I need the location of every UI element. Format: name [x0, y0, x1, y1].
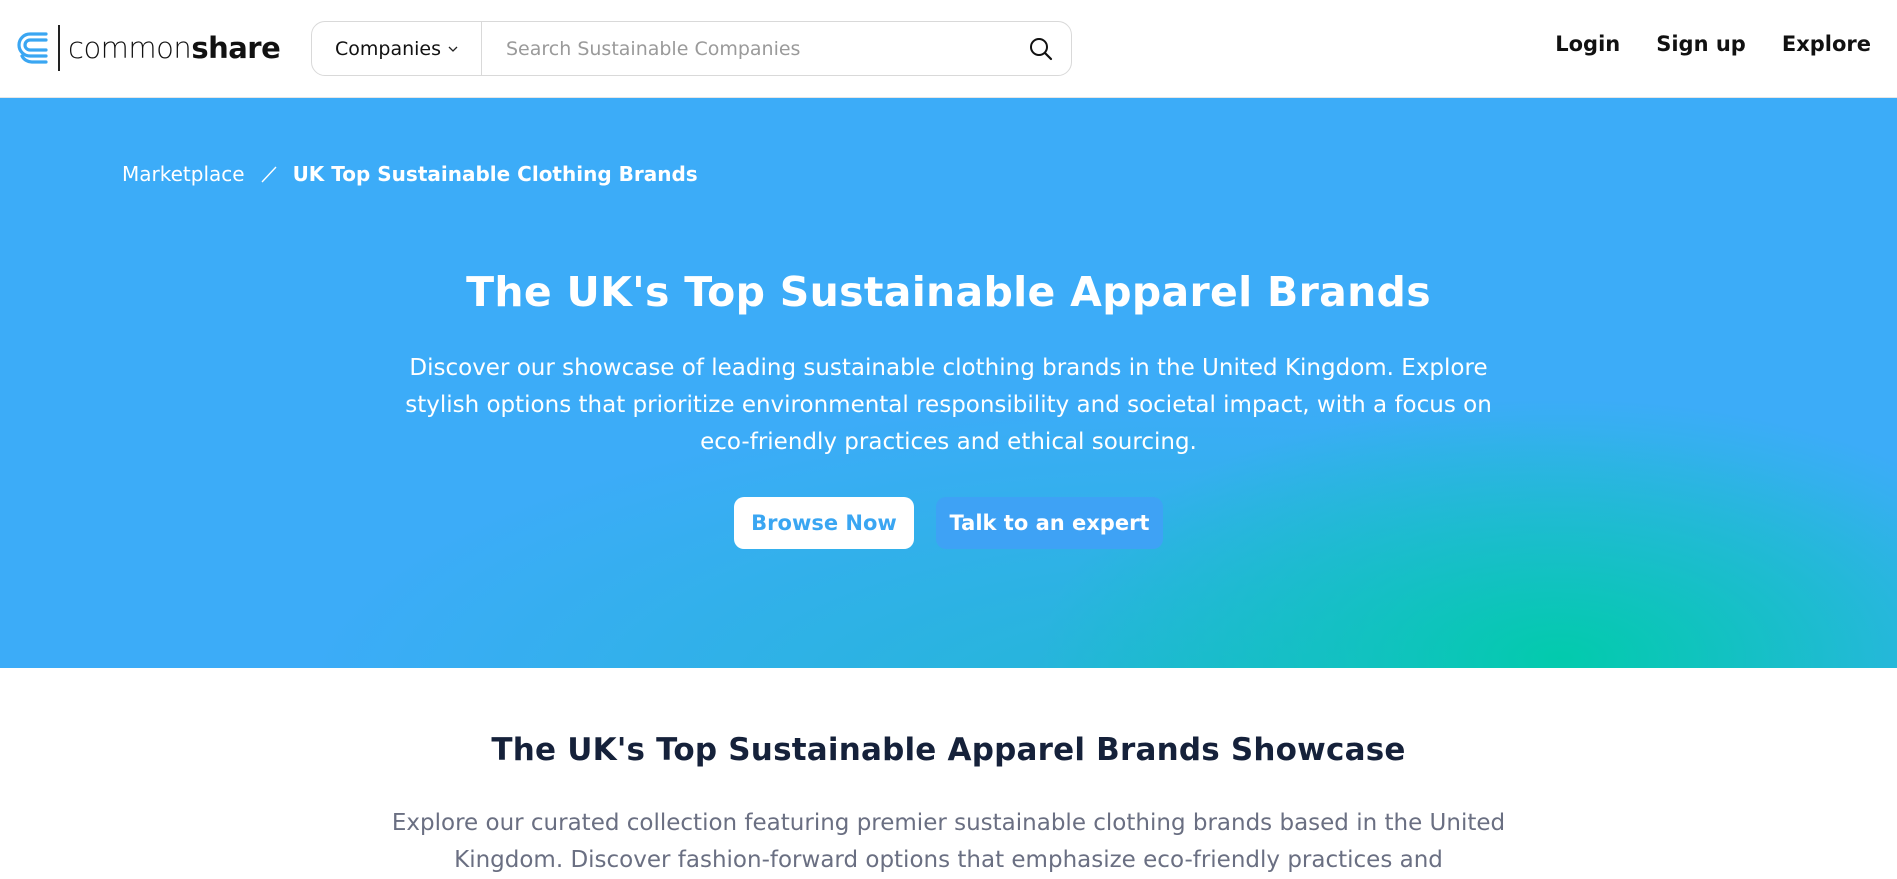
signup-link[interactable]: Sign up [1656, 32, 1746, 56]
logo-divider [58, 25, 60, 71]
explore-link[interactable]: Explore [1782, 32, 1871, 56]
hero-section: Marketplace UK Top Sustainable Clothing … [0, 98, 1897, 668]
search-input[interactable] [482, 22, 1011, 75]
search-button[interactable] [1011, 22, 1071, 75]
chevron-down-icon [448, 46, 458, 52]
showcase-description: Explore our curated collection featuring… [391, 810, 1506, 873]
hero-description: Discover our showcase of leading sustain… [405, 355, 1492, 455]
site-header: commonshare Companies Login Sign up Expl… [0, 0, 1897, 98]
showcase-title: The UK's Top Sustainable Apparel Brands … [491, 732, 1406, 768]
browse-now-button[interactable]: Browse Now [734, 497, 914, 549]
breadcrumb-marketplace[interactable]: Marketplace [122, 162, 245, 186]
login-link[interactable]: Login [1555, 32, 1620, 56]
search-category-label: Companies [334, 37, 441, 60]
commonshare-logo[interactable]: commonshare [16, 25, 281, 71]
search-icon [1030, 37, 1053, 60]
logo-text-share: share [191, 31, 281, 65]
logo-mark-icon [17, 32, 48, 64]
top-nav: Login Sign up Explore [1555, 32, 1871, 56]
logo-text-common: common [68, 31, 192, 65]
breadcrumb: Marketplace UK Top Sustainable Clothing … [122, 162, 698, 186]
slash-separator-icon [261, 166, 277, 183]
search-bar: Companies [311, 21, 1072, 76]
talk-to-expert-button[interactable]: Talk to an expert [936, 497, 1163, 549]
hero-title: The UK's Top Sustainable Apparel Brands [466, 268, 1431, 316]
search-category-dropdown[interactable]: Companies [312, 22, 482, 75]
hero-buttons: Browse Now Talk to an expert [0, 497, 1897, 549]
logo-text: commonshare [68, 31, 281, 65]
breadcrumb-current: UK Top Sustainable Clothing Brands [292, 162, 698, 186]
